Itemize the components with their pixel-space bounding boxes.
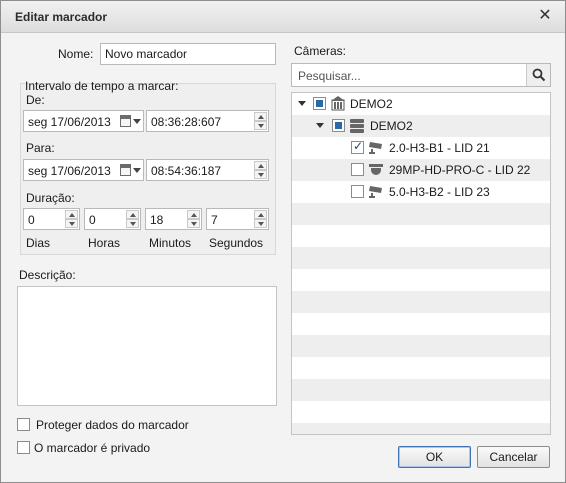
duration-days-value: 0 [28, 213, 35, 227]
calendar-icon[interactable] [120, 115, 131, 127]
spin-down-icon[interactable] [254, 121, 267, 130]
private-bookmark-label: O marcador é privado [34, 441, 151, 455]
search-icon [532, 68, 546, 82]
to-date-value: seg 17/06/2013 [28, 164, 111, 178]
seconds-unit-label: Segundos [209, 236, 264, 250]
name-label: Nome: [58, 47, 94, 61]
tree-row-server[interactable]: DEMO2 [292, 115, 550, 137]
ok-button[interactable]: OK [398, 446, 471, 468]
duration-minutes-value: 18 [150, 213, 164, 227]
spin-down-icon[interactable] [254, 219, 267, 228]
description-label: Descrição: [19, 268, 76, 282]
cameras-label: Câmeras: [294, 44, 347, 58]
duration-label: Duração: [26, 191, 75, 205]
to-label: Para: [26, 141, 55, 155]
hours-unit-label: Horas [88, 236, 121, 250]
tree-label: 29MP-HD-PRO-C - LID 22 [389, 163, 531, 177]
to-time-value: 08:54:36:187 [151, 164, 222, 178]
tree-row-empty [292, 379, 550, 401]
expand-chevron-icon[interactable] [298, 101, 306, 106]
tree-row-empty [292, 203, 550, 225]
from-label: De: [26, 93, 45, 107]
description-textarea[interactable] [17, 286, 277, 406]
tree-checkbox[interactable] [332, 119, 345, 132]
tree-row-empty [292, 423, 550, 434]
protect-data-label: Proteger dados do marcador [36, 418, 189, 432]
tree-checkbox[interactable] [351, 185, 364, 198]
spin-up-icon[interactable] [187, 210, 200, 219]
duration-minutes-input[interactable]: 18 [145, 208, 202, 230]
duration-days-input[interactable]: 0 [23, 208, 80, 230]
seconds-spinner[interactable] [254, 210, 267, 228]
chevron-down-icon[interactable] [133, 119, 141, 124]
tree-row-empty [292, 291, 550, 313]
tree-checkbox[interactable] [351, 139, 364, 154]
bullet-camera-icon [369, 142, 382, 154]
tree-label: DEMO2 [370, 119, 413, 133]
spin-down-icon[interactable] [65, 219, 78, 228]
site-building-icon [331, 96, 345, 111]
expand-chevron-icon[interactable] [316, 123, 324, 128]
spin-up-icon[interactable] [254, 210, 267, 219]
from-time-value: 08:36:28:607 [151, 115, 222, 129]
camera-search[interactable]: Pesquisar... [291, 63, 551, 87]
spin-down-icon[interactable] [254, 170, 267, 179]
from-date-picker[interactable]: seg 17/06/2013 [23, 110, 144, 132]
bullet-camera-icon [369, 186, 382, 198]
duration-hours-input[interactable]: 0 [84, 208, 141, 230]
duration-hours-value: 0 [89, 213, 96, 227]
to-time-input[interactable]: 08:54:36:187 [146, 159, 269, 181]
interval-label: Intervalo de tempo a marcar: [25, 79, 179, 93]
close-icon[interactable]: ✕ [537, 7, 553, 25]
spin-down-icon[interactable] [126, 219, 139, 228]
spin-up-icon[interactable] [65, 210, 78, 219]
tree-label: DEMO2 [350, 97, 393, 111]
to-time-spinner[interactable] [254, 161, 267, 179]
protect-data-checkbox[interactable] [17, 418, 30, 431]
minutes-unit-label: Minutos [149, 236, 192, 250]
hours-spinner[interactable] [126, 210, 139, 228]
tree-row-camera[interactable]: 5.0-H3-B2 - LID 23 [292, 181, 550, 203]
edit-bookmark-dialog: Editar marcador ✕ Nome: Novo marcador In… [0, 0, 566, 483]
from-time-spinner[interactable] [254, 112, 267, 130]
tree-checkbox[interactable] [313, 97, 326, 110]
server-icon [350, 119, 364, 133]
from-time-input[interactable]: 08:36:28:607 [146, 110, 269, 132]
tree-row-camera[interactable]: 29MP-HD-PRO-C - LID 22 [292, 159, 550, 181]
search-button[interactable] [526, 64, 550, 86]
days-spinner[interactable] [65, 210, 78, 228]
spin-up-icon[interactable] [254, 112, 267, 121]
chevron-down-icon[interactable] [133, 168, 141, 173]
tree-row-empty [292, 335, 550, 357]
tree-label: 2.0-H3-B1 - LID 21 [389, 141, 490, 155]
tree-checkbox[interactable] [351, 163, 364, 176]
search-placeholder: Pesquisar... [298, 69, 361, 83]
spin-down-icon[interactable] [187, 219, 200, 228]
spin-up-icon[interactable] [254, 161, 267, 170]
minutes-spinner[interactable] [187, 210, 200, 228]
duration-seconds-input[interactable]: 7 [206, 208, 269, 230]
duration-seconds-value: 7 [211, 213, 218, 227]
name-input[interactable]: Novo marcador [100, 43, 276, 65]
camera-tree: DEMO2 DEMO2 2.0-H3-B1 - LID 21 [291, 92, 551, 435]
dome-camera-icon [369, 164, 383, 175]
days-unit-label: Dias [26, 236, 51, 250]
cancel-button[interactable]: Cancelar [477, 446, 550, 468]
tree-row-site[interactable]: DEMO2 [292, 93, 550, 115]
title-bar[interactable]: Editar marcador ✕ [1, 1, 565, 33]
tree-row-empty [292, 247, 550, 269]
dialog-title: Editar marcador [15, 10, 108, 24]
calendar-icon[interactable] [120, 164, 131, 176]
from-date-value: seg 17/06/2013 [28, 115, 111, 129]
tree-row-camera[interactable]: 2.0-H3-B1 - LID 21 [292, 137, 550, 159]
tree-label: 5.0-H3-B2 - LID 23 [389, 185, 490, 199]
spin-up-icon[interactable] [126, 210, 139, 219]
private-bookmark-checkbox[interactable] [17, 441, 30, 454]
to-date-picker[interactable]: seg 17/06/2013 [23, 159, 144, 181]
